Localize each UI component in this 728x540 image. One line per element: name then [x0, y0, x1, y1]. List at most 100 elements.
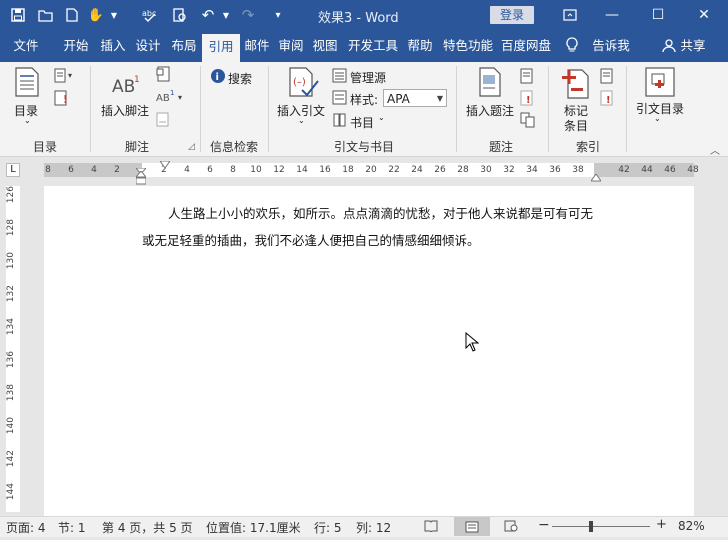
status-page[interactable]: 页面: 4	[6, 519, 46, 536]
undo-dropdown-icon[interactable]: ▼	[216, 5, 236, 25]
chevron-down-icon: ▼	[436, 94, 443, 103]
tab-baidu-netdisk[interactable]: 百度网盘	[499, 30, 553, 62]
vertical-scrollbar[interactable]	[710, 183, 728, 515]
ruler-tick-label: 20	[365, 165, 377, 175]
zoom-level[interactable]: 82%	[678, 519, 705, 533]
tab-file[interactable]: 文件	[6, 30, 46, 62]
status-line: 行: 5	[314, 521, 342, 535]
update-table-icon[interactable]: !	[54, 90, 70, 109]
ruler-tick-label: 4	[184, 165, 190, 175]
svg-text:AB: AB	[112, 77, 135, 96]
insert-citation-dropdown-icon[interactable]: ⌄	[298, 116, 305, 125]
title-bar: ✋ ▼ abc ↶ ▼ ↷ ▾ 效果3 - Word 登录 — ☐ ✕	[0, 0, 728, 30]
print-preview-icon[interactable]	[170, 5, 190, 25]
maximize-icon[interactable]: ☐	[646, 4, 670, 26]
tab-view[interactable]: 视图	[309, 30, 341, 62]
citation-style-select[interactable]: APA ▼	[383, 89, 447, 107]
close-icon[interactable]: ✕	[692, 4, 716, 26]
zoom-in-button[interactable]: +	[656, 517, 667, 532]
bibliography-icon[interactable]	[332, 112, 348, 131]
mark-entry-icon[interactable]	[562, 66, 590, 103]
share-button[interactable]: 共享	[678, 30, 708, 62]
login-button[interactable]: 登录	[490, 6, 534, 24]
ruler-tick-label: 12	[273, 165, 285, 175]
ruler-tick-label: 8	[230, 165, 236, 175]
insert-index-icon[interactable]	[600, 68, 614, 87]
mark-citation-icon[interactable]	[644, 66, 676, 101]
insert-footnote-icon[interactable]: AB 1	[112, 72, 142, 99]
cross-reference-icon[interactable]	[520, 112, 536, 131]
ribbon-tabs: 文件 开始 插入 设计 布局 引用 邮件 审阅 视图 开发工具 帮助 特色功能 …	[0, 30, 728, 62]
insert-citation-icon[interactable]: (–)	[288, 66, 320, 103]
svg-text:!: !	[526, 95, 531, 106]
group-label-citations: 引文与书目	[333, 140, 394, 154]
spelling-check-icon[interactable]: abc	[140, 5, 160, 25]
ruler-tick-label: 30	[480, 165, 492, 175]
mark-citation-dropdown-icon[interactable]: ⌄	[654, 114, 661, 123]
search-icon[interactable]: i	[210, 68, 226, 87]
ribbon-display-options-icon[interactable]	[558, 4, 582, 26]
insert-endnote-icon[interactable]	[156, 66, 172, 85]
first-line-indent-top-marker[interactable]	[159, 158, 171, 169]
tab-layout[interactable]: 布局	[168, 30, 200, 62]
customize-toolbar-icon[interactable]: ▾	[268, 5, 288, 25]
print-layout-button[interactable]	[454, 517, 490, 536]
footnote-dialog-launcher-icon[interactable]: ◿	[188, 142, 195, 152]
table-of-contents-icon[interactable]	[14, 66, 40, 101]
first-line-indent-marker[interactable]	[134, 164, 148, 175]
undo-icon[interactable]: ↶	[198, 5, 218, 25]
manage-sources-icon[interactable]	[332, 68, 348, 87]
ruler-tick-label: 14	[296, 165, 308, 175]
tab-developer[interactable]: 开发工具	[343, 30, 403, 62]
tab-design[interactable]: 设计	[132, 30, 164, 62]
tab-selector[interactable]: L	[6, 163, 20, 177]
window-title: 效果3 - Word	[318, 11, 399, 26]
vertical-ruler-tick-label: 140	[6, 417, 16, 435]
zoom-slider-thumb[interactable]	[589, 521, 594, 532]
chevron-down-icon[interactable]: ▼	[104, 5, 124, 25]
group-label-index: 索引	[575, 140, 600, 154]
new-document-icon[interactable]	[62, 5, 82, 25]
tab-references[interactable]: 引用	[202, 34, 240, 62]
tab-review[interactable]: 审阅	[275, 30, 307, 62]
lightbulb-icon[interactable]	[566, 37, 578, 57]
document-paragraph[interactable]: 人生路上小小的欢乐，如所示。点点滴滴的忧愁，对于他人来说都是可有可无或无足轻重的…	[142, 200, 602, 254]
web-layout-icon[interactable]	[504, 520, 518, 535]
manage-sources-label[interactable]: 管理源	[350, 69, 386, 86]
vertical-ruler-tick-label: 144	[6, 483, 16, 501]
svg-text:(–): (–)	[293, 77, 306, 88]
status-page-of[interactable]: 第 4 页，共 5 页	[102, 519, 193, 536]
tab-home[interactable]: 开始	[58, 30, 94, 62]
tab-help[interactable]: 帮助	[404, 30, 436, 62]
insert-footnote-label[interactable]: 插入脚注	[101, 102, 149, 119]
collapse-ribbon-icon[interactable]: ︿	[710, 142, 720, 157]
open-folder-icon[interactable]	[36, 5, 56, 25]
bibliography-dropdown-icon[interactable]: ⌄	[378, 113, 385, 122]
insert-caption-label[interactable]: 插入题注	[466, 102, 514, 119]
tab-insert[interactable]: 插入	[96, 30, 130, 62]
minimize-icon[interactable]: —	[600, 4, 624, 26]
read-mode-icon[interactable]	[424, 520, 438, 535]
next-footnote-icon[interactable]: AB 1 ▾	[156, 88, 186, 109]
bibliography-label[interactable]: 书目	[350, 114, 374, 131]
zoom-slider[interactable]	[552, 526, 650, 527]
zoom-out-button[interactable]: −	[538, 517, 550, 533]
add-text-icon[interactable]: ▾	[54, 68, 76, 87]
update-table-of-figures-icon[interactable]: !	[520, 90, 534, 109]
svg-text:abc: abc	[142, 9, 156, 18]
update-index-icon[interactable]: !	[600, 90, 614, 109]
insert-table-of-figures-icon[interactable]	[520, 68, 534, 87]
hanging-indent-marker[interactable]	[134, 170, 148, 185]
style-label: 样式:	[350, 93, 379, 107]
group-divider	[268, 66, 269, 152]
save-icon[interactable]	[8, 5, 28, 25]
mark-entry-label-line2[interactable]: 条目	[564, 117, 588, 134]
tell-me-search[interactable]: 告诉我	[588, 30, 634, 62]
right-indent-marker[interactable]	[590, 171, 602, 182]
tab-mailings[interactable]: 邮件	[241, 30, 273, 62]
insert-caption-icon[interactable]	[478, 66, 502, 101]
toc-dropdown-icon[interactable]: ⌄	[24, 116, 31, 125]
search-button-label[interactable]: 搜索	[228, 70, 252, 87]
touch-mode-icon[interactable]: ✋	[86, 5, 106, 25]
tab-featured[interactable]: 特色功能	[439, 30, 497, 62]
